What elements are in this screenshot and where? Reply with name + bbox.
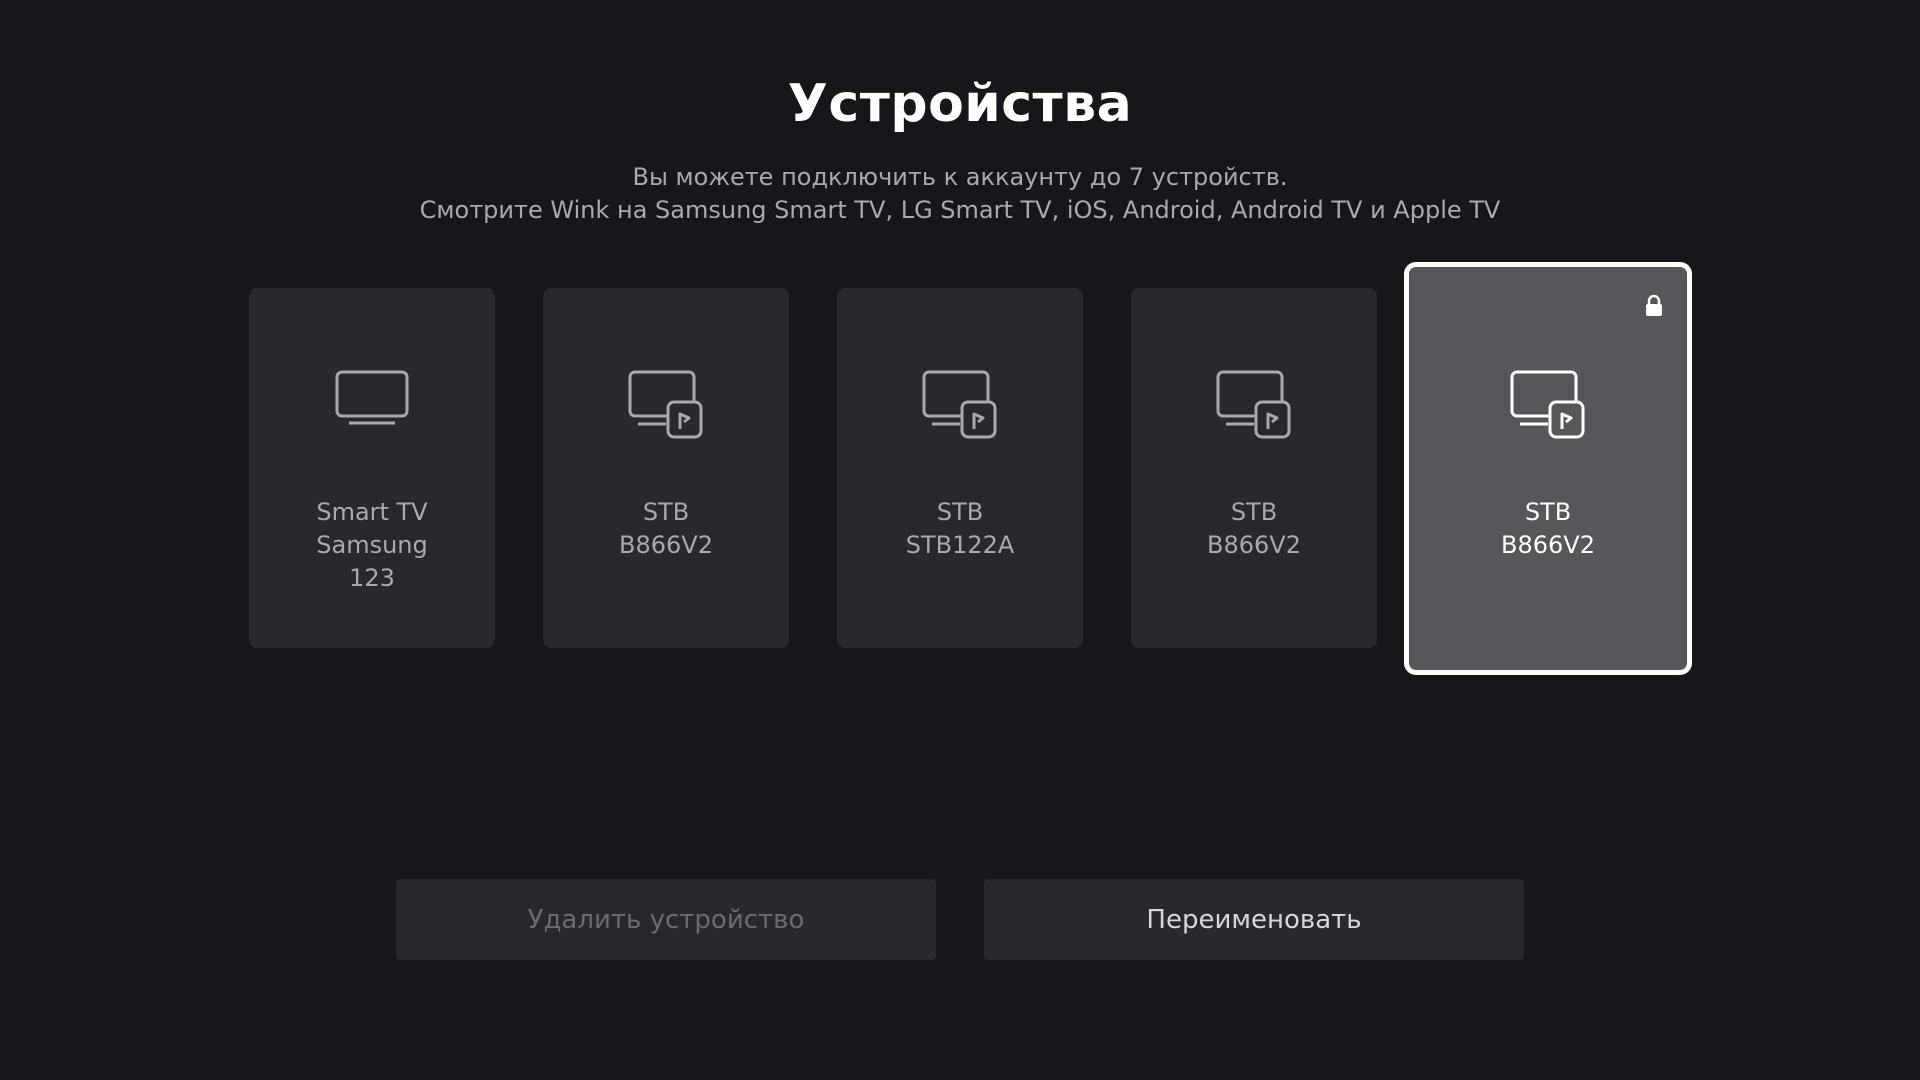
device-type: STB (936, 498, 984, 526)
delete-device-button[interactable]: Удалить устройство (396, 879, 936, 960)
device-card-stb[interactable]: STB B866V2 (543, 288, 789, 648)
device-card-smart-tv[interactable]: Smart TV Samsung 123 (249, 288, 495, 648)
page-title: Устройства (787, 74, 1133, 134)
device-model: STB122A (905, 531, 1015, 559)
device-label: STB B866V2 (1409, 496, 1687, 562)
subtitle-line-1: Вы можете подключить к аккаунту до 7 уст… (632, 163, 1288, 191)
rename-button[interactable]: Переименовать (984, 879, 1524, 960)
device-label: Smart TV Samsung 123 (249, 496, 495, 595)
set-top-box-icon (1131, 370, 1377, 442)
set-top-box-icon (1409, 370, 1687, 442)
device-label: STB B866V2 (543, 496, 789, 562)
device-type: STB (1230, 498, 1278, 526)
set-top-box-icon (543, 370, 789, 442)
device-name: 123 (349, 564, 395, 592)
device-label: STB STB122A (837, 496, 1083, 562)
subtitle-line-2: Смотрите Wink на Samsung Smart TV, LG Sm… (419, 196, 1501, 224)
set-top-box-icon (837, 370, 1083, 442)
device-card-stb[interactable]: STB B866V2 (1131, 288, 1377, 648)
device-card-stb[interactable]: STB STB122A (837, 288, 1083, 648)
device-model: B866V2 (1207, 531, 1301, 559)
device-model: B866V2 (619, 531, 713, 559)
device-model: B866V2 (1501, 531, 1595, 559)
device-label: STB B866V2 (1131, 496, 1377, 562)
device-card-current-selected[interactable]: STB B866V2 (1404, 262, 1692, 675)
device-type: STB (642, 498, 690, 526)
lock-icon (1646, 295, 1662, 316)
device-type: Smart TV (316, 498, 428, 526)
device-type: STB (1524, 498, 1572, 526)
device-model: Samsung (316, 531, 428, 559)
tv-icon (249, 370, 495, 442)
